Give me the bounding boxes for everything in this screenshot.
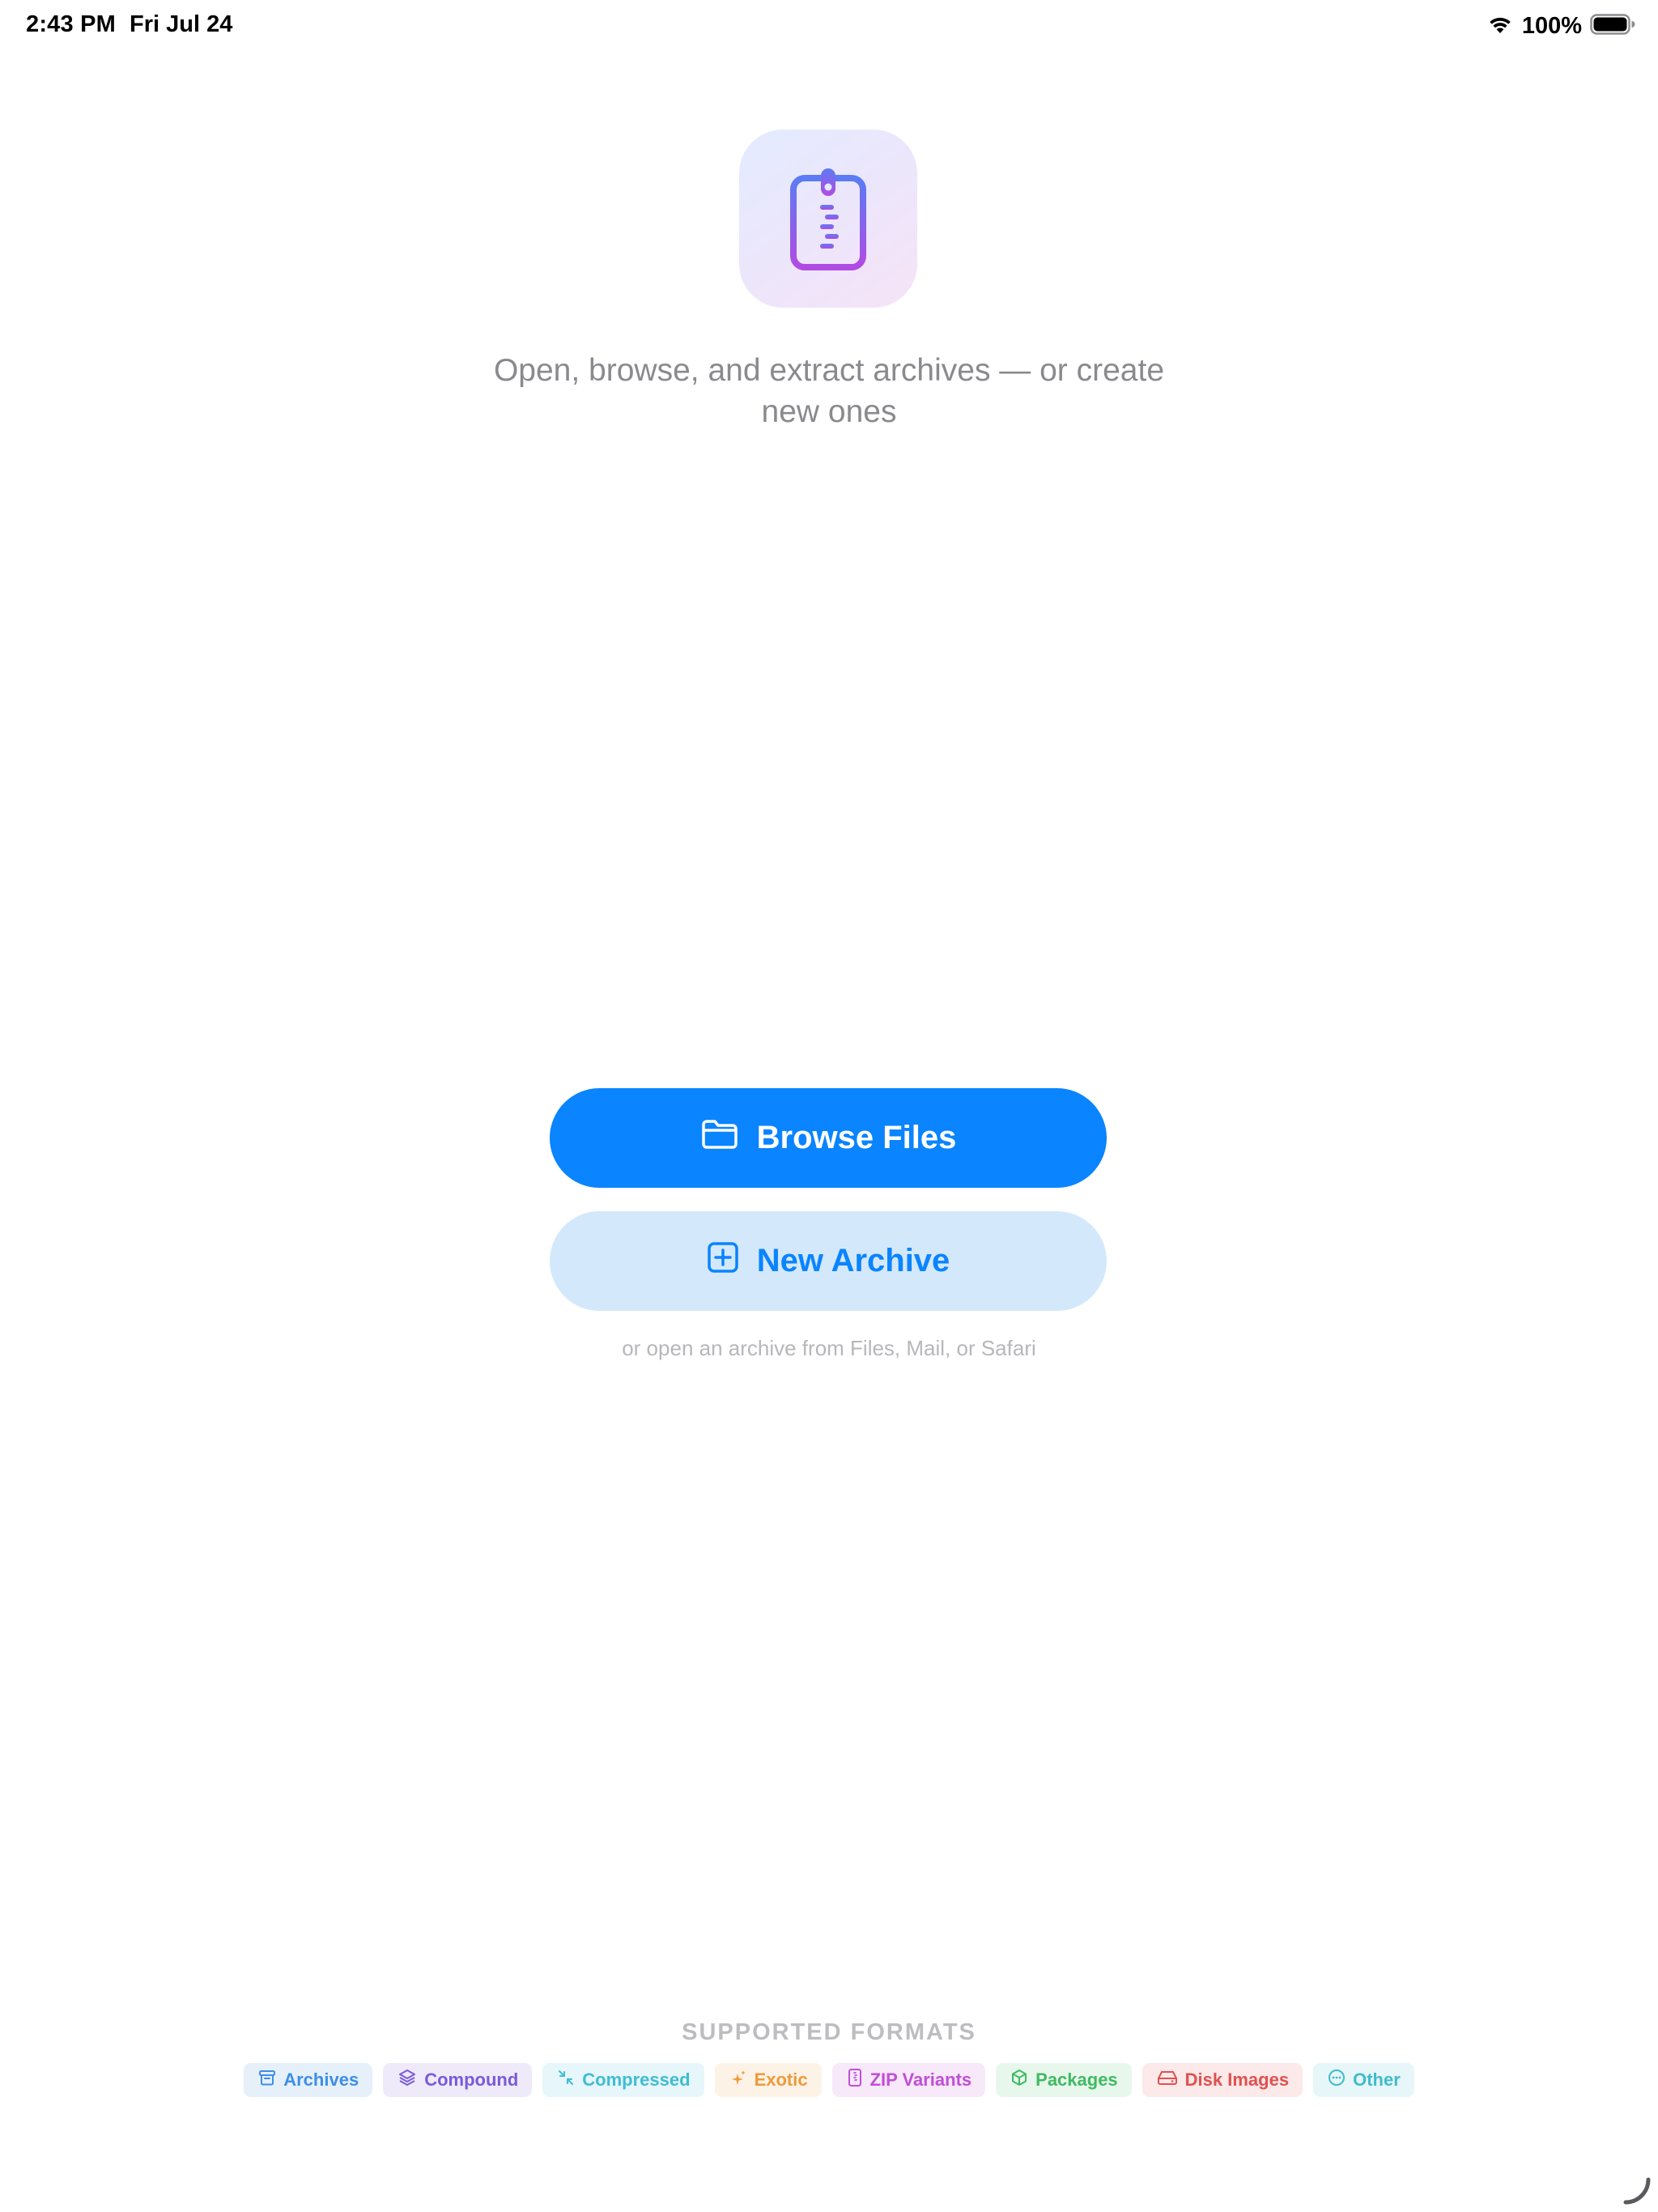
status-indicators: 100%	[1486, 10, 1635, 42]
drive-icon	[1157, 2069, 1178, 2091]
app-icon	[739, 130, 917, 308]
compress-arrows-icon	[557, 2069, 575, 2091]
resize-handle[interactable]	[1621, 2175, 1653, 2207]
folder-icon	[700, 1118, 739, 1159]
status-date: Fri Jul 24	[130, 11, 233, 37]
chip-other: Other	[1313, 2063, 1414, 2097]
chip-label: Compressed	[582, 2069, 691, 2090]
cube-icon	[1010, 2069, 1028, 2091]
format-chips: Archives Compound Compressed Exotic ZIP …	[0, 2063, 1658, 2097]
tagline-line-2: new ones	[761, 394, 897, 429]
chip-label: Other	[1353, 2069, 1401, 2090]
chip-zip-variants: ZIP Variants	[831, 2063, 986, 2097]
tagline-line-1: Open, browse, and extract archives — or …	[493, 353, 1165, 388]
wifi-icon	[1486, 14, 1514, 39]
chip-archives: Archives	[244, 2063, 373, 2097]
tagline: Open, browse, and extract archives — or …	[424, 350, 1234, 432]
battery-icon	[1590, 13, 1635, 39]
zipper-doc-icon	[847, 2068, 863, 2092]
status-bar: 2:43 PM Fri Jul 24 100%	[0, 0, 1658, 52]
chip-exotic: Exotic	[714, 2063, 822, 2097]
chip-disk-images: Disk Images	[1141, 2063, 1303, 2097]
chip-label: Packages	[1035, 2069, 1118, 2090]
chip-label: ZIP Variants	[869, 2069, 972, 2090]
plus-square-icon	[707, 1241, 739, 1282]
ellipsis-circle-icon	[1328, 2069, 1346, 2091]
browse-files-label: Browse Files	[756, 1120, 957, 1155]
chip-label: Disk Images	[1184, 2069, 1290, 2090]
chip-label: Exotic	[754, 2069, 808, 2090]
browse-files-button[interactable]: Browse Files	[550, 1088, 1107, 1188]
layers-icon	[397, 2068, 417, 2092]
chip-label: Compound	[424, 2069, 519, 2090]
new-archive-label: New Archive	[756, 1243, 950, 1278]
new-archive-button[interactable]: New Archive	[550, 1211, 1107, 1311]
battery-percentage: 100%	[1521, 12, 1582, 39]
chip-packages: Packages	[996, 2063, 1132, 2097]
chip-compound: Compound	[383, 2063, 533, 2097]
supported-formats-title: SUPPORTED FORMATS	[682, 2019, 976, 2045]
chip-compressed: Compressed	[542, 2063, 704, 2097]
zipper-doc-icon	[790, 168, 866, 270]
archivebox-icon	[258, 2069, 276, 2091]
chip-label: Archives	[283, 2069, 359, 2090]
open-hint-text: or open an archive from Files, Mail, or …	[622, 1336, 1036, 1360]
sparkles-icon	[729, 2069, 747, 2091]
status-time: 2:43 PM	[26, 11, 116, 37]
